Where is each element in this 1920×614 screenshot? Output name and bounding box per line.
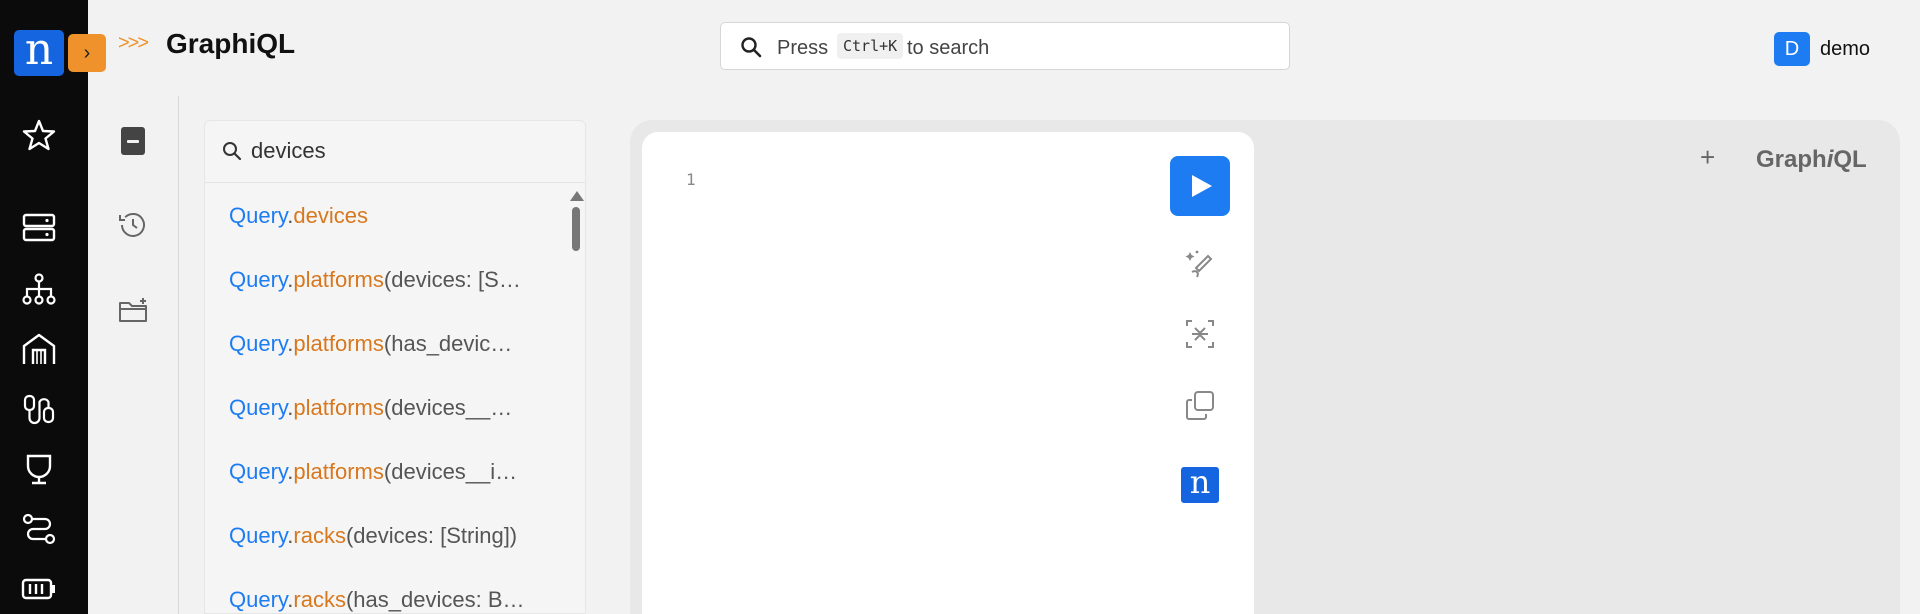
search-result[interactable]: Query.racks(devices: [String]): [229, 523, 549, 549]
search-result[interactable]: Query.devices: [229, 203, 549, 229]
search-icon: [223, 142, 242, 161]
result-args: (has_devices: B…: [345, 587, 525, 612]
breadcrumb: >>>: [118, 32, 149, 54]
nautobot-logo[interactable]: n: [14, 28, 64, 76]
page-title: GraphiQL: [166, 28, 296, 59]
scroll-thumb[interactable]: [572, 207, 580, 251]
line-number: 1: [686, 170, 696, 189]
result-type: Query: [229, 523, 288, 548]
hierarchy-icon[interactable]: [20, 270, 58, 308]
result-field: platforms: [293, 459, 384, 484]
merge-fragments-icon[interactable]: [1182, 316, 1218, 352]
copy-icon[interactable]: [1182, 388, 1218, 424]
search-result[interactable]: Query.platforms(devices: [S…: [229, 267, 549, 293]
username: demo: [1820, 38, 1871, 60]
app: n › >>> GraphiQL Press Ctrl+K to search …: [0, 0, 1920, 614]
result-field: platforms: [293, 267, 384, 292]
result-type: Query: [229, 203, 288, 228]
docs-explorer: Query.devices Query.platforms(devices: […: [204, 120, 586, 614]
prettify-icon[interactable]: [1182, 246, 1218, 282]
result-field: platforms: [293, 331, 384, 356]
avatar: D: [1774, 32, 1810, 66]
run-query-button[interactable]: [1170, 156, 1230, 216]
result-field: devices: [293, 203, 368, 228]
result-type: Query: [229, 331, 288, 356]
server-icon[interactable]: [20, 208, 58, 246]
nautobot-icon[interactable]: n: [1181, 466, 1219, 503]
result-type: Query: [229, 267, 288, 292]
sidebar-divider: [178, 96, 179, 614]
query-editor[interactable]: 1 n: [642, 132, 1254, 614]
expand-nav-button[interactable]: ›: [68, 34, 106, 72]
docs-explorer-icon[interactable]: [116, 124, 150, 158]
global-search[interactable]: Press Ctrl+K to search: [720, 22, 1290, 70]
result-field: platforms: [293, 395, 384, 420]
result-type: Query: [229, 587, 288, 612]
result-args: (devices: [S…: [383, 267, 521, 292]
new-tab-button[interactable]: +: [1700, 142, 1715, 173]
search-icon: [741, 37, 762, 58]
search-suffix: to search: [907, 37, 990, 59]
search-shortcut: Ctrl+K: [837, 33, 904, 59]
result-type: Query: [229, 459, 288, 484]
graphiql-logo: GraphiQL: [1756, 146, 1867, 174]
star-icon[interactable]: [20, 116, 58, 154]
folder-add-icon[interactable]: [116, 294, 150, 328]
search-result[interactable]: Query.platforms(devices__i…: [229, 459, 549, 485]
result-type: Query: [229, 395, 288, 420]
left-nav: n: [0, 0, 88, 614]
building-icon[interactable]: [20, 330, 58, 368]
brand-part: Graph: [1756, 146, 1827, 173]
search-result[interactable]: Query.platforms(devices__…: [229, 395, 549, 421]
history-icon[interactable]: [116, 208, 150, 242]
docs-search-bar: [205, 121, 585, 183]
shield-icon[interactable]: [20, 450, 58, 488]
result-field: racks: [293, 523, 346, 548]
play-icon: [1192, 175, 1212, 197]
result-field: racks: [293, 587, 346, 612]
routes-icon[interactable]: [20, 510, 58, 548]
result-args: (devices__…: [383, 395, 513, 420]
cable-icon[interactable]: [20, 390, 58, 428]
battery-icon[interactable]: [20, 570, 58, 608]
scroll-up-arrow-icon[interactable]: [570, 191, 584, 201]
search-prefix: Press: [777, 37, 829, 59]
search-result[interactable]: Query.platforms(has_devic…: [229, 331, 549, 357]
docs-scrollbar[interactable]: [567, 185, 585, 614]
search-result[interactable]: Query.racks(has_devices: B…: [229, 587, 549, 613]
result-args: (devices: [String]): [345, 523, 518, 548]
result-args: (has_devic…: [383, 331, 513, 356]
docs-search-input[interactable]: [251, 135, 571, 167]
result-args: (devices__i…: [383, 459, 518, 484]
brand-part: QL: [1833, 146, 1867, 173]
